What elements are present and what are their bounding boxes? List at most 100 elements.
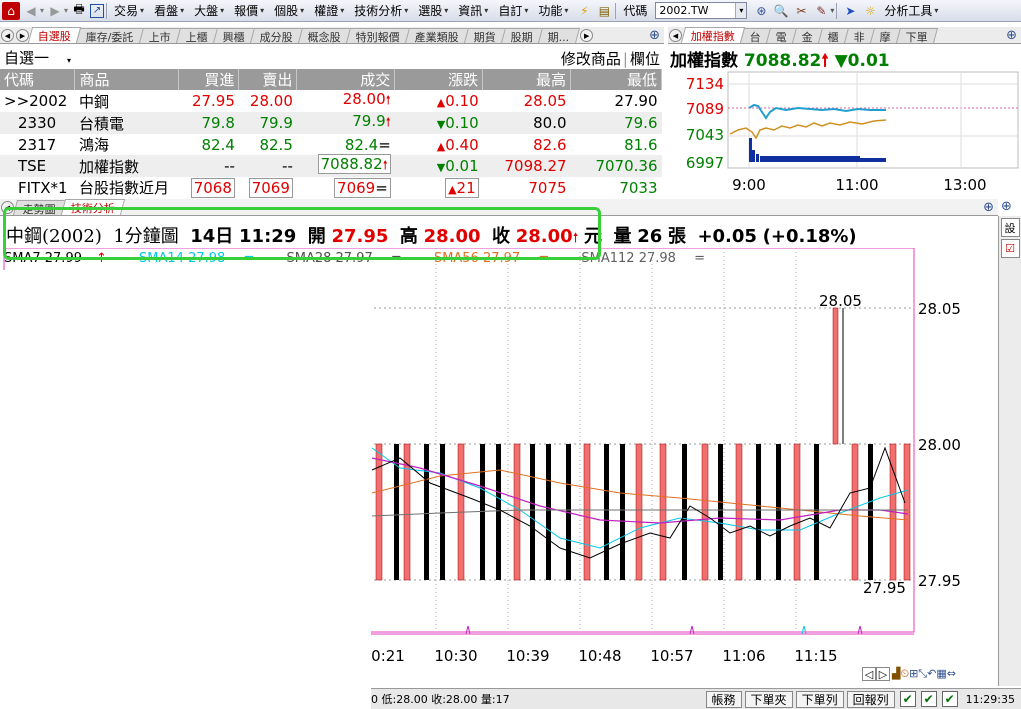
tab-scroll-right-icon[interactable]: ▶ xyxy=(16,29,29,42)
tag-dropdown-icon[interactable]: ▾ xyxy=(830,6,834,15)
tab-industry[interactable]: 產業類股 xyxy=(404,28,469,43)
tab-emerging[interactable]: 興櫃 xyxy=(212,28,255,43)
watchlist-tabbar: ◀ ▶ 自選股 庫存/委託 上市 上櫃 興櫃 成分股 概念股 特別報價 產業類股… xyxy=(0,27,664,44)
mini-x-tick: 9:00 xyxy=(732,176,766,194)
cell-name: 台積電 xyxy=(74,112,179,134)
tab-scroll-left-icon[interactable]: ◀ xyxy=(1,201,14,214)
menu-stock[interactable]: 個股 ▾ xyxy=(269,1,309,21)
check-icon[interactable]: ✔ xyxy=(941,691,958,707)
table-row[interactable]: 2330 台積電 79.8 79.9 79.9🠕 ▼0.10 80.0 79.6 xyxy=(0,112,662,134)
back-icon[interactable]: ◀ xyxy=(22,2,40,20)
period-icon[interactable]: ⏲ xyxy=(900,667,909,681)
check-icon[interactable]: ✔ xyxy=(920,691,937,707)
settings-side-button[interactable]: 設 xyxy=(1000,218,1020,237)
price-bar xyxy=(776,444,781,580)
menu-quotes[interactable]: 報價 ▾ xyxy=(229,1,269,21)
menu-watch[interactable]: 看盤 ▾ xyxy=(149,1,189,21)
cell-code: TSE xyxy=(0,155,75,177)
cursor-icon[interactable]: ➤ xyxy=(841,2,859,20)
tab-otc[interactable]: 上櫃 xyxy=(175,28,218,43)
forward-dropdown-icon[interactable]: ▾ xyxy=(64,6,68,15)
menu-screener[interactable]: 選股 ▾ xyxy=(413,1,453,21)
popout-icon[interactable]: ↗ xyxy=(90,3,105,18)
tab-next-icon[interactable]: ▶ xyxy=(580,29,594,42)
lightning-icon[interactable]: ⚡ xyxy=(575,2,593,20)
tab-stock-futures[interactable]: 股期 xyxy=(500,28,543,43)
menu-warrant[interactable]: 權證 ▾ xyxy=(309,1,349,21)
resize-icon[interactable]: ⇔ xyxy=(947,667,956,681)
stock-code-input[interactable]: 2002.TW ▾ xyxy=(655,2,748,19)
tag-icon[interactable]: ✎ xyxy=(812,2,830,20)
tab-listed[interactable]: 上市 xyxy=(138,28,181,43)
watchlist-selector[interactable]: 自選一 ▾ xyxy=(0,47,120,68)
tab-concept[interactable]: 概念股 xyxy=(297,28,351,43)
col-code[interactable]: 代碼 xyxy=(0,69,76,90)
tab-futures[interactable]: 期貨 xyxy=(463,28,506,43)
back-dropdown-icon[interactable]: ▾ xyxy=(40,6,44,15)
fit-icon[interactable]: ⤡ xyxy=(918,667,927,681)
analysis-tools-icon[interactable]: ☼ xyxy=(861,2,879,20)
home-icon[interactable]: ⌂ xyxy=(2,1,20,20)
tools-icon[interactable]: ✂ xyxy=(792,2,810,20)
binoculars-icon[interactable]: ⊛ xyxy=(752,2,770,20)
checkbox-icon[interactable]: ☑ xyxy=(1000,239,1020,258)
watchlist-header: 自選一 ▾ 修改商品 | 欄位 xyxy=(0,46,664,69)
modify-items-button[interactable]: 修改商品 xyxy=(561,50,621,68)
notepad-icon[interactable]: ▤ xyxy=(595,2,613,20)
up-arrow-icon: 🠕 xyxy=(821,51,829,71)
scroll-left-icon[interactable]: ◁ xyxy=(862,667,876,681)
report-bar-button[interactable]: 回報列 xyxy=(846,690,895,708)
menu-trade[interactable]: 交易 ▾ xyxy=(109,1,149,21)
table-row[interactable]: TSE 加權指數 -- -- 7088.82🠕 ▼0.01 7098.27 70… xyxy=(0,154,662,177)
accounts-button[interactable]: 帳務 xyxy=(705,690,742,708)
tab-more[interactable]: 期... xyxy=(537,28,580,43)
tab-scroll-left-icon[interactable]: ◀ xyxy=(1,29,14,42)
chevron-down-icon[interactable]: ▾ xyxy=(735,3,747,18)
col-bid[interactable]: 買進 xyxy=(178,69,240,90)
col-ask[interactable]: 賣出 xyxy=(238,69,298,90)
col-name[interactable]: 商品 xyxy=(74,69,180,90)
cell-change: ▼0.01 xyxy=(394,155,483,177)
col-change[interactable]: 漲跌 xyxy=(394,69,484,90)
menu-functions[interactable]: 功能 ▾ xyxy=(533,1,573,21)
scroll-right-icon[interactable]: ▷ xyxy=(876,667,890,681)
tab-trend-chart[interactable]: 走勢圖 xyxy=(12,200,67,215)
menu-technical[interactable]: 技術分析 ▾ xyxy=(349,1,413,21)
tab-inventory[interactable]: 庫存/委託 xyxy=(75,28,144,43)
chevron-down-icon[interactable]: ▾ xyxy=(67,56,71,65)
col-low[interactable]: 最低 xyxy=(570,69,662,90)
print-icon[interactable]: 🖶 xyxy=(70,2,88,20)
tab-watchlist[interactable]: 自選股 xyxy=(27,27,82,43)
menu-info[interactable]: 資訊 ▾ xyxy=(453,1,493,21)
tab-taiex[interactable]: 加權指數 xyxy=(680,27,746,43)
cell-high: 7098.27 xyxy=(482,155,571,177)
table-row[interactable]: 2317 鴻海 82.4 82.5 82.4= ▲0.40 82.6 81.6 xyxy=(0,134,662,155)
tab-special-quotes[interactable]: 特別報價 xyxy=(345,28,410,43)
order-folder-button[interactable]: 下單夾 xyxy=(744,690,793,708)
col-high[interactable]: 最高 xyxy=(482,69,572,90)
zoom-icon[interactable]: ⊞ xyxy=(909,667,918,681)
analysis-tools-menu[interactable]: 分析工具 ▾ xyxy=(879,1,943,21)
table-row[interactable]: FITX*1 台股指數近月 7068 7069 7069= ▲21 7075 7… xyxy=(0,177,662,198)
check-icon[interactable]: ✔ xyxy=(899,691,916,707)
tab-components[interactable]: 成分股 xyxy=(249,28,303,43)
zoom-in-icon[interactable]: ⊕ xyxy=(983,200,994,215)
zoom-in-icon[interactable]: ⊕ xyxy=(649,28,660,43)
tab-scroll-left-icon[interactable]: ◀ xyxy=(669,29,682,42)
search-icon[interactable]: 🔍 xyxy=(772,2,790,20)
menu-custom[interactable]: 自訂 ▾ xyxy=(493,1,533,21)
forward-icon[interactable]: ▶ xyxy=(46,2,64,20)
zoom-in-icon[interactable]: ⊕ xyxy=(1006,28,1017,43)
columns-button[interactable]: 欄位 xyxy=(630,50,660,68)
zoom-in-icon[interactable]: ⊕ xyxy=(1001,199,1012,214)
tab-technical-analysis[interactable]: 技術分析 xyxy=(60,199,126,215)
settings-icon[interactable]: ▦ xyxy=(936,667,946,681)
up-arrow-icon: 🠕 xyxy=(572,231,579,246)
chart-tool-icon[interactable]: ▟ xyxy=(892,667,900,681)
order-bar-button[interactable]: 下單列 xyxy=(795,690,844,708)
tab-order[interactable]: 下單 xyxy=(895,28,939,43)
undo-icon[interactable]: ↶ xyxy=(927,667,936,681)
col-last[interactable]: 成交 xyxy=(296,69,396,90)
menu-market[interactable]: 大盤 ▾ xyxy=(189,1,229,21)
table-row[interactable]: >>2002 中鋼 27.95 28.00 28.00🠕 ▲0.10 28.05… xyxy=(0,90,662,112)
